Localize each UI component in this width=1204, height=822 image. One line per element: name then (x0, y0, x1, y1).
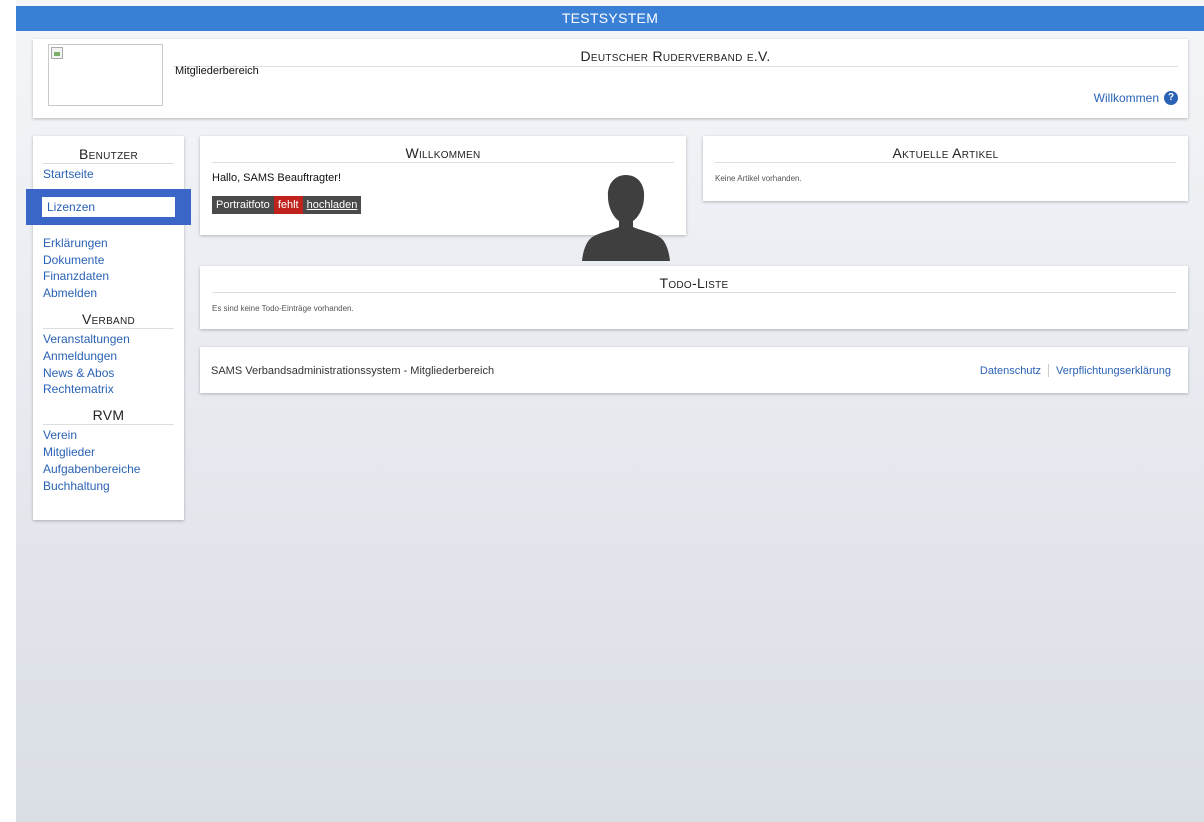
page-background (16, 0, 1204, 822)
sidebar-heading: RVM (43, 407, 174, 426)
portrait-photo-missing-badge: fehlt (273, 196, 303, 214)
header: Deutscher Ruderverband e.V. Mitgliederbe… (33, 39, 1188, 118)
articles-card-title: Aktuelle Artikel (715, 136, 1176, 163)
question-circle-icon[interactable]: ? (1164, 91, 1178, 105)
sidebar-item-abmelden[interactable]: Abmelden (43, 285, 174, 302)
articles-card: Aktuelle Artikel Keine Artikel vorhanden… (703, 136, 1188, 201)
footer: SAMS Verbandsadministrationssystem - Mit… (200, 347, 1188, 393)
greeting-text: Hallo, SAMS Beauftragter! (212, 172, 342, 184)
sidebar-nav: Benutzer Startseite Lizenzen Erklärungen… (26, 136, 191, 520)
sidebar-item-buchhaltung[interactable]: Buchhaltung (43, 478, 174, 495)
privacy-link[interactable]: Datenschutz (980, 365, 1041, 377)
welcome-link[interactable]: Willkommen ? (1094, 91, 1178, 105)
sidebar-item-mitglieder[interactable]: Mitglieder (43, 444, 174, 461)
sidebar-item-lizenzen[interactable]: Lizenzen (26, 188, 191, 225)
portrait-upload-link[interactable]: hochladen (302, 196, 362, 214)
sidebar-item-anmeldungen[interactable]: Anmeldungen (43, 348, 174, 365)
test-system-banner: TESTSYSTEM (16, 6, 1204, 31)
sidebar-item-label[interactable]: Lizenzen (42, 196, 175, 217)
header-subtitle: Mitgliederbereich (175, 65, 259, 77)
sidebar-item-veranstaltungen[interactable]: Veranstaltungen (43, 331, 174, 348)
broken-image-icon (51, 47, 63, 59)
sidebar-item-startseite[interactable]: Startseite (43, 166, 174, 183)
sidebar-section-rvm: RVM Verein Mitglieder Aufgabenbereiche B… (43, 407, 174, 494)
todo-card: Todo-Liste Es sind keine Todo-Einträge v… (200, 266, 1188, 329)
sidebar-item-finanzdaten[interactable]: Finanzdaten (43, 268, 174, 285)
sidebar-item-rechtematrix[interactable]: Rechtematrix (43, 381, 174, 398)
footer-divider (1048, 364, 1050, 377)
sidebar-section-benutzer: Benutzer Startseite Lizenzen Erklärungen… (26, 146, 191, 302)
sidebar-heading: Benutzer (43, 146, 174, 164)
sidebar-item-dokumente[interactable]: Dokumente (43, 252, 174, 269)
sidebar-heading: Verband (43, 311, 174, 329)
org-title: Deutscher Ruderverband e.V. (173, 48, 1178, 67)
welcome-card-title: Willkommen (212, 136, 674, 163)
footer-links: Datenschutz Verpflichtungserklärung (980, 364, 1171, 377)
user-silhouette-icon (582, 175, 670, 261)
articles-empty-text: Keine Artikel vorhanden. (715, 174, 802, 183)
commitment-declaration-link[interactable]: Verpflichtungserklärung (1056, 365, 1171, 377)
portrait-photo-status: Portraitfoto fehlt hochladen (212, 196, 362, 214)
sidebar-item-erklaerungen[interactable]: Erklärungen (43, 235, 174, 252)
todo-empty-text: Es sind keine Todo-Einträge vorhanden. (212, 304, 354, 313)
sidebar-item-news-abos[interactable]: News & Abos (43, 365, 174, 382)
welcome-card: Willkommen Hallo, SAMS Beauftragter! Por… (200, 136, 686, 261)
sidebar-item-aufgabenbereiche[interactable]: Aufgabenbereiche (43, 461, 174, 478)
portrait-photo-label: Portraitfoto (212, 196, 274, 214)
welcome-link-label[interactable]: Willkommen (1094, 91, 1159, 105)
sidebar-section-verband: Verband Veranstaltungen Anmeldungen News… (43, 311, 174, 398)
logo-image (48, 44, 163, 106)
todo-card-title: Todo-Liste (212, 266, 1176, 293)
sidebar-item-verein[interactable]: Verein (43, 427, 174, 444)
footer-text: SAMS Verbandsadministrationssystem - Mit… (211, 365, 495, 377)
